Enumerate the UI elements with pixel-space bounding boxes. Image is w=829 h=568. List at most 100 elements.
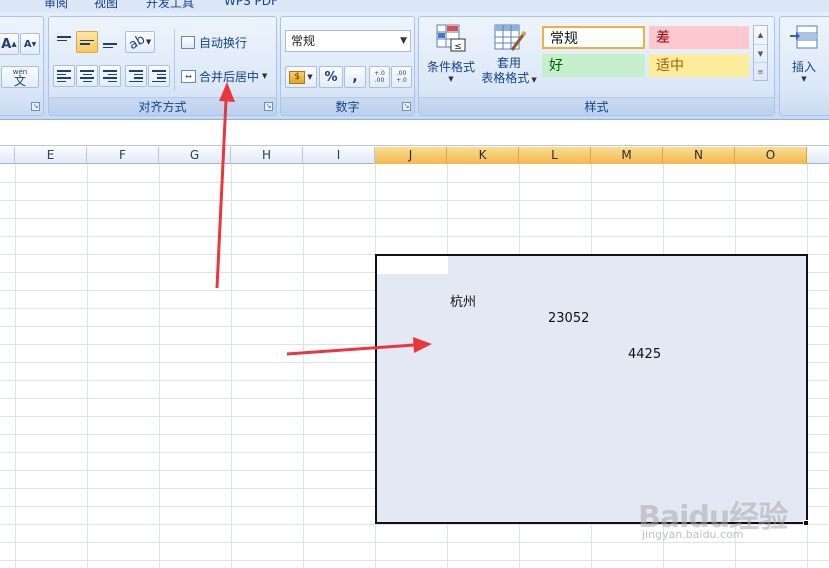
cell-l-value[interactable]: 23052 [548, 311, 589, 326]
insert-cells-label: 插入 [791, 60, 816, 74]
active-cell[interactable] [377, 256, 448, 274]
column-header-g[interactable]: G [159, 147, 231, 164]
number-format-select[interactable]: 常规 ▼ [285, 30, 411, 52]
decrease-indent-button[interactable] [125, 65, 147, 87]
tab-review[interactable]: 审阅 [44, 0, 68, 11]
wrap-text-label: 自动换行 [199, 35, 248, 50]
align-center-button[interactable] [76, 65, 98, 87]
font-dialog-launcher-icon[interactable]: ↘ [31, 102, 40, 111]
tab-wps-pdf[interactable]: WPS PDF [224, 0, 278, 8]
phonetic-label: 文 [13, 74, 26, 88]
phonetic-guide-button[interactable]: wén 文 [1, 66, 39, 88]
formula-bar[interactable] [0, 121, 829, 146]
grid-row-line [0, 182, 829, 183]
alignment-dialog-launcher-icon[interactable]: ↘ [264, 102, 273, 111]
grid-column-line [87, 164, 88, 568]
cell-m-value[interactable]: 4425 [628, 347, 661, 362]
decrease-decimal-label: .00 +.0 [396, 70, 407, 84]
chevron-down-icon: ▼ [400, 36, 407, 46]
cell-k-value[interactable]: 杭州 [450, 291, 476, 310]
wrap-text-button[interactable]: 自动换行 [178, 31, 274, 53]
number-format-value: 常规 [291, 34, 316, 48]
insert-cells-button[interactable]: 插入 ▼ [782, 21, 826, 95]
gallery-up-icon[interactable]: ▲ [754, 26, 767, 44]
gallery-down-icon[interactable]: ▼ [754, 44, 767, 62]
align-middle-icon [80, 36, 94, 48]
styles-group-caption: 样式 [419, 97, 774, 115]
merge-center-button[interactable]: ↔ 合并后居中 ▼ [178, 65, 274, 87]
baidu-jingyan-watermark: Baidu经验 jingyan.baidu.com [632, 478, 822, 548]
insert-cells-icon [790, 25, 818, 49]
orientation-button[interactable]: ab ▼ [125, 31, 155, 53]
column-header-k[interactable]: K [447, 147, 519, 164]
column-header-j[interactable]: J [375, 147, 447, 164]
align-bottom-button[interactable] [99, 31, 121, 53]
column-header-p-partial[interactable] [807, 147, 829, 164]
watermark-url: jingyan.baidu.com [642, 528, 744, 541]
grow-font-button[interactable]: A ▲ [0, 33, 19, 55]
alignment-group: ab ▼ 自动换行 ↔ 合并后居中 ▼ 对齐方式 ↘ [48, 16, 277, 116]
grid-row-line [0, 560, 829, 561]
grid-row-line [0, 200, 829, 201]
tab-view[interactable]: 视图 [94, 0, 118, 11]
orientation-icon: ab [126, 31, 148, 53]
align-left-icon [57, 70, 71, 82]
align-top-button[interactable] [53, 31, 75, 53]
accounting-format-button[interactable]: $ ▼ [285, 66, 317, 88]
format-as-table-label-1: 套用 [496, 56, 521, 70]
align-middle-button[interactable] [76, 31, 98, 53]
number-dialog-launcher-icon[interactable]: ↘ [402, 102, 411, 111]
percent-style-button[interactable]: % [319, 66, 343, 88]
number-group: 常规 ▼ $ ▼ % , +.0 .00 .00 +.0 数字 ↘ [280, 16, 415, 116]
merge-dropdown-chevron-icon[interactable]: ▼ [262, 72, 267, 80]
column-header-n[interactable]: N [663, 147, 735, 164]
column-header-d-partial[interactable] [0, 147, 15, 164]
align-top-icon [57, 36, 71, 48]
grow-font-label: A [1, 36, 12, 52]
increase-decimal-label: +.0 .00 [374, 70, 385, 84]
decrease-indent-icon [129, 70, 143, 82]
alignment-group-caption: 对齐方式 [49, 97, 276, 115]
cells-group: 插入 ▼ [779, 16, 829, 116]
conditional-formatting-button[interactable]: ≤ 条件格式 ▼ [423, 21, 479, 95]
wrap-text-icon [181, 35, 195, 49]
number-group-caption: 数字 [281, 97, 414, 115]
ribbon: A ▲ A ▼ wén 文 ↘ ab ▼ 自动换行 ↔ 合并后居中 ▼ 对齐方式… [0, 12, 829, 120]
align-right-button[interactable] [99, 65, 121, 87]
column-header-o[interactable]: O [735, 147, 807, 164]
increase-indent-button[interactable] [148, 65, 170, 87]
grid-column-line [15, 164, 16, 568]
grid-column-line [303, 164, 304, 568]
format-as-table-button[interactable]: 套用 表格格式 ▼ [477, 21, 541, 95]
chevron-down-icon: ▼ [448, 75, 454, 83]
gallery-more-icon[interactable]: ≡ [754, 62, 767, 80]
decrease-decimal-button[interactable]: .00 +.0 [391, 66, 412, 88]
comma-style-button[interactable]: , [344, 66, 366, 88]
tab-developer[interactable]: 开发工具 [146, 0, 194, 11]
align-left-button[interactable] [53, 65, 75, 87]
style-good-swatch[interactable]: 好 [542, 54, 645, 77]
percent-style-label: % [324, 69, 338, 85]
column-header-f[interactable]: F [87, 147, 159, 164]
column-header-l[interactable]: L [519, 147, 591, 164]
style-neutral-swatch[interactable]: 适中 [649, 54, 749, 77]
column-header-m[interactable]: M [591, 147, 663, 164]
shrink-font-button[interactable]: A ▼ [20, 33, 40, 55]
column-header-h[interactable]: H [231, 147, 303, 164]
column-header-i[interactable]: I [303, 147, 375, 164]
comma-style-label: , [352, 69, 358, 85]
column-header-e[interactable]: E [15, 147, 87, 164]
align-bottom-icon [103, 36, 117, 48]
format-as-table-label-2: 表格格式 [481, 71, 530, 85]
style-bad-swatch[interactable]: 差 [649, 26, 749, 49]
increase-decimal-button[interactable]: +.0 .00 [369, 66, 390, 88]
styles-group: ≤ 条件格式 ▼ 套用 表格格式 ▼ 常规 差 好 适中 ▲ ▼ ≡ 样式 [418, 16, 775, 116]
format-as-table-icon [494, 24, 527, 51]
merge-center-icon: ↔ [181, 69, 196, 83]
font-group: A ▲ A ▼ wén 文 ↘ [0, 16, 44, 116]
styles-gallery-scroller[interactable]: ▲ ▼ ≡ [753, 25, 768, 81]
grid-row-line [0, 218, 829, 219]
grid-column-line [231, 164, 232, 568]
chevron-down-icon: ▼ [307, 73, 313, 81]
style-normal-swatch[interactable]: 常规 [542, 26, 645, 49]
